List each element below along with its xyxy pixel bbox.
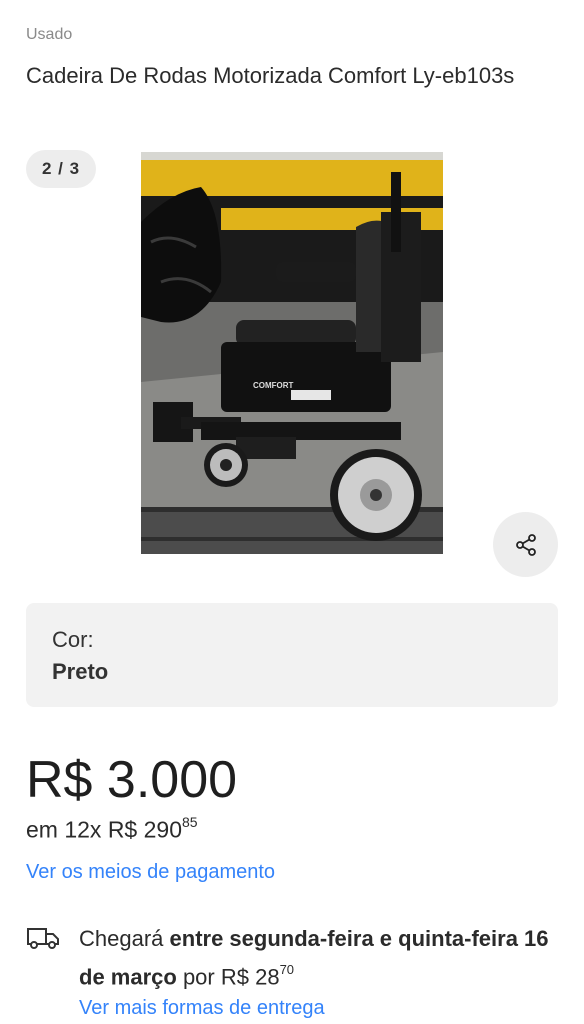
price: R$ 3.000 — [26, 751, 238, 809]
color-label: Cor: — [52, 627, 94, 652]
installments-amount: em 12x R$ 290 — [26, 816, 182, 843]
share-icon — [515, 533, 536, 556]
shipping-price: por R$ 28 — [176, 964, 280, 990]
shipping-price-cents: 70 — [279, 962, 295, 977]
shipping-text: Chegará entre segunda-feira e quinta-fei… — [79, 922, 549, 993]
image-counter: 2 / 3 — [26, 150, 96, 188]
variant-color-box[interactable]: Cor: Preto — [26, 603, 558, 707]
wheelchair-photo: COMFORT — [141, 152, 443, 554]
brand-logo-text: COMFORT — [253, 381, 294, 390]
installments: em 12x R$ 29085 — [26, 814, 198, 844]
more-shipping-options-link[interactable]: Ver mais formas de entrega — [79, 997, 325, 1020]
share-button[interactable] — [493, 512, 558, 577]
payment-methods-link[interactable]: Ver os meios de pagamento — [26, 861, 275, 884]
color-value: Preto — [52, 659, 109, 684]
product-image[interactable]: COMFORT — [141, 152, 443, 554]
installments-cents: 85 — [181, 814, 198, 830]
condition-label: Usado — [26, 26, 73, 43]
truck-icon — [27, 928, 59, 949]
shipping-text-start: Chegará — [79, 926, 170, 951]
product-title: Cadeira De Rodas Motorizada Comfort Ly-e… — [26, 63, 515, 88]
